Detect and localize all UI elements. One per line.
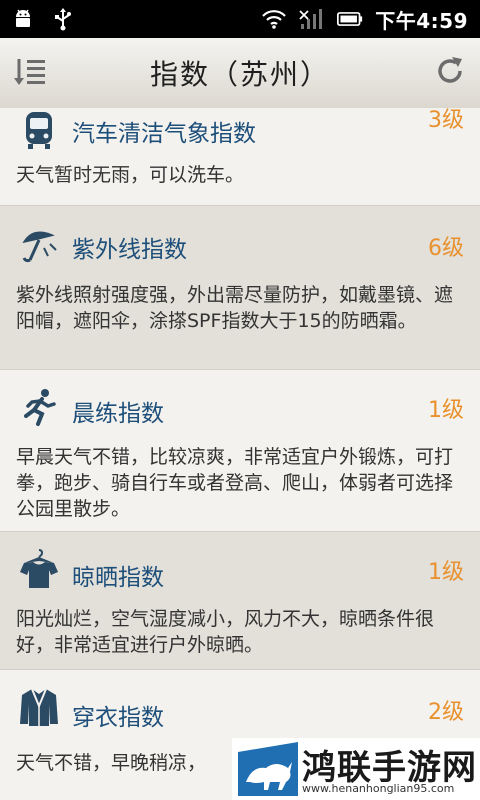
status-time: 下午4:59 xyxy=(375,8,468,33)
card-title: 晾晒指数 xyxy=(72,565,164,591)
signal-icon xyxy=(299,7,325,31)
card-title: 穿衣指数 xyxy=(72,705,164,731)
list-item[interactable]: 晾晒指数 1级 阳光灿烂，空气湿度减小，风力不大，晾晒条件很好，非常适宜进行户外… xyxy=(0,532,480,670)
sort-list-icon xyxy=(13,56,47,90)
usb-icon xyxy=(50,7,76,31)
menu-button[interactable] xyxy=(0,38,60,108)
watermark: 鸿联手游网 www.henanhonglian95.com xyxy=(232,738,480,800)
card-level: 1级 xyxy=(428,560,464,585)
card-description: 天气暂时无雨，可以洗车。 xyxy=(16,164,245,186)
card-description: 早晨天气不错，比较凉爽，非常适宜户外锻炼，可打拳，跑步、骑自行车或者登高、爬山，… xyxy=(16,446,454,520)
wifi-icon xyxy=(261,7,287,31)
page-title: 指数（苏州） xyxy=(149,58,330,91)
list-item[interactable]: 晨练指数 1级 早晨天气不错，比较凉爽，非常适宜户外锻炼，可打拳，跑步、骑自行车… xyxy=(0,370,480,532)
card-level: 6级 xyxy=(428,236,464,261)
car-wash-bus-icon xyxy=(18,108,60,150)
tshirt-hanger-icon xyxy=(18,548,60,590)
card-level: 3级 xyxy=(428,108,464,133)
card-description: 紫外线照射强度强，外出需尽量防护，如戴墨镜、遮阳帽，遮阳伞，涂搽SPF指数大于1… xyxy=(16,284,454,332)
bull-logo-icon xyxy=(238,742,298,796)
card-level: 1级 xyxy=(428,398,464,423)
battery-icon xyxy=(337,7,363,31)
card-title: 汽车清洁气象指数 xyxy=(72,121,256,147)
app-header: 指数（苏州） xyxy=(0,38,480,109)
refresh-button[interactable] xyxy=(420,38,480,108)
list-item[interactable]: 紫外线指数 6级 紫外线照射强度强，外出需尽量防护，如戴墨镜、遮阳帽，遮阳伞，涂… xyxy=(0,206,480,370)
list-item[interactable]: 汽车清洁气象指数 3级 天气暂时无雨，可以洗车。 xyxy=(0,108,480,206)
umbrella-uv-icon xyxy=(18,222,60,264)
android-debug-icon xyxy=(10,7,36,31)
watermark-url: www.henanhonglian95.com xyxy=(302,782,455,795)
status-bar: 下午4:59 xyxy=(0,0,480,38)
card-title: 晨练指数 xyxy=(72,401,164,427)
index-list: 汽车清洁气象指数 3级 天气暂时无雨，可以洗车。 紫外线指数 6级 紫外线照射强… xyxy=(0,108,480,800)
runner-icon xyxy=(18,386,60,428)
card-level: 2级 xyxy=(428,700,464,725)
jacket-icon xyxy=(18,686,60,728)
card-description: 阳光灿烂，空气湿度减小，风力不大，晾晒条件很好，非常适宜进行户外晾晒。 xyxy=(16,608,435,656)
card-title: 紫外线指数 xyxy=(72,237,187,263)
refresh-icon xyxy=(434,55,466,91)
